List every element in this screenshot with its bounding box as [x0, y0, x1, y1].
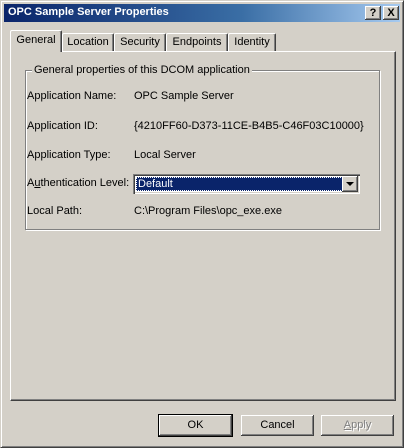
authentication-level-value: Default	[136, 177, 343, 191]
application-id-label: Application ID:	[27, 120, 98, 132]
chevron-down-icon	[346, 182, 354, 186]
tab-endpoints[interactable]: Endpoints	[166, 33, 228, 51]
dropdown-button[interactable]	[342, 176, 358, 192]
application-id-value: {4210FF60-D373-11CE-B4B5-C46F03C10000}	[134, 120, 364, 132]
application-type-value: Local Server	[134, 149, 196, 161]
cancel-button[interactable]: Cancel	[241, 415, 314, 436]
application-name-label: Application Name:	[27, 90, 117, 102]
tab-identity[interactable]: Identity	[228, 33, 276, 51]
local-path-label: Local Path:	[27, 205, 83, 217]
properties-dialog: OPC Sample Server Properties ? X General…	[0, 0, 404, 448]
help-button[interactable]: ?	[365, 6, 381, 20]
application-type-label: Application Type:	[27, 149, 111, 161]
tab-general[interactable]: General	[10, 30, 62, 52]
general-tab-panel: General properties of this DCOM applicat…	[10, 51, 396, 401]
auth-label-suffix: thentication Level:	[40, 177, 130, 189]
ok-button[interactable]: OK	[158, 414, 233, 437]
group-legend: General properties of this DCOM applicat…	[32, 64, 252, 76]
application-name-value: OPC Sample Server	[134, 90, 234, 102]
close-button[interactable]: X	[383, 6, 399, 20]
local-path-value: C:\Program Files\opc_exe.exe	[134, 205, 282, 217]
apply-label-suffix: pply	[351, 419, 372, 431]
title-bar[interactable]: OPC Sample Server Properties ? X	[4, 4, 400, 22]
apply-label-accelerator: A	[343, 419, 352, 431]
authentication-level-select[interactable]: Default	[133, 174, 360, 194]
apply-button[interactable]: Apply	[321, 415, 394, 436]
tab-security[interactable]: Security	[114, 33, 166, 51]
tab-location[interactable]: Location	[62, 33, 114, 51]
authentication-level-label: Authentication Level:	[27, 177, 129, 189]
window-title: OPC Sample Server Properties	[8, 6, 169, 18]
